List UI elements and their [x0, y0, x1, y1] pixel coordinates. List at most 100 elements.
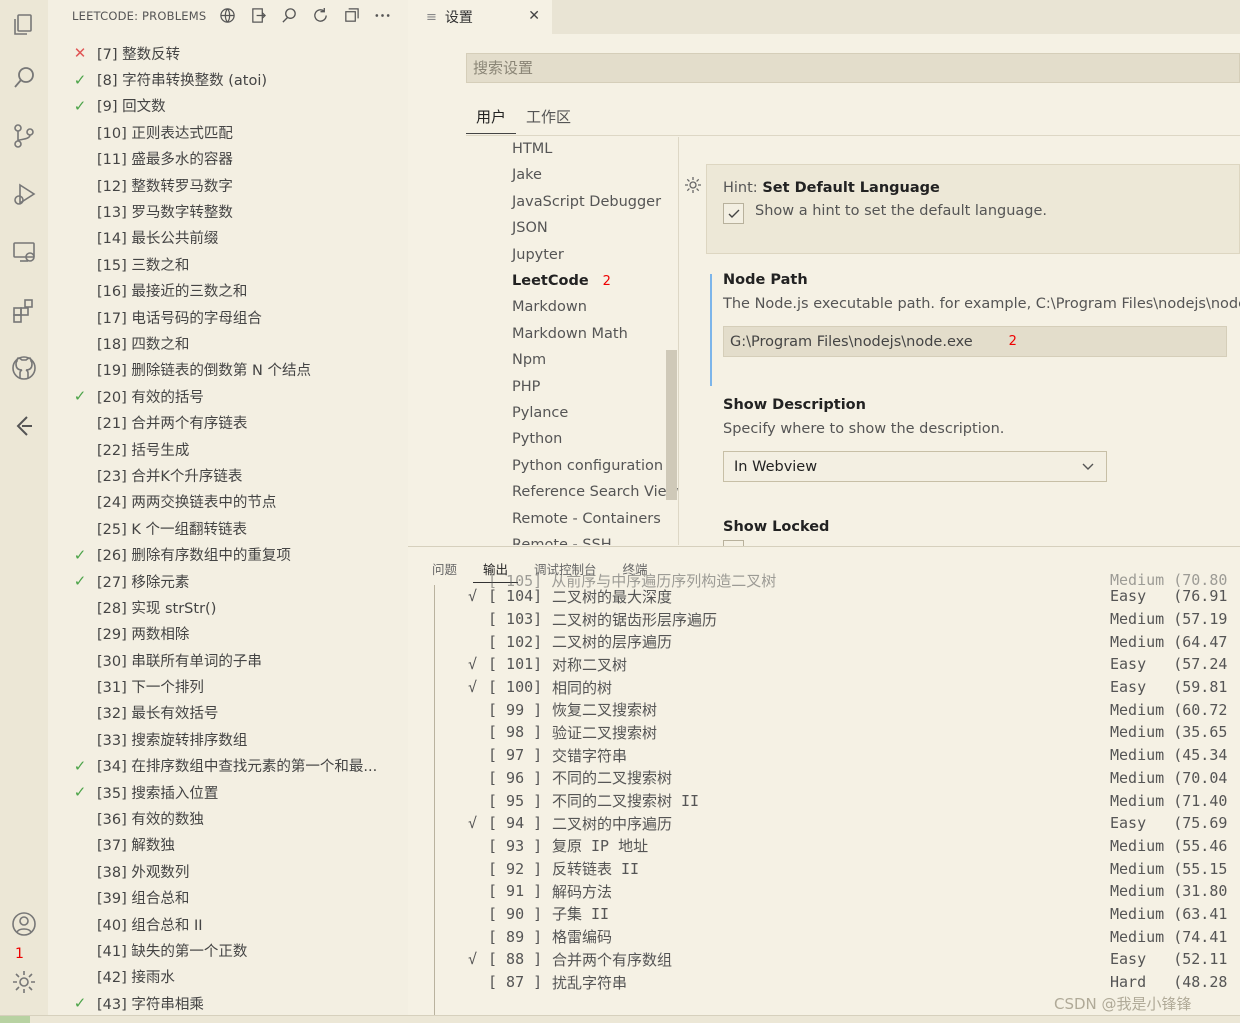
toc-scrollbar[interactable] — [666, 350, 677, 500]
problem-item[interactable]: [39] 组合总和 — [48, 885, 408, 911]
collapse-all-icon[interactable] — [342, 4, 361, 26]
toc-item[interactable]: Npm — [512, 352, 546, 368]
problem-label: [12] 整数转罗马数字 — [97, 178, 233, 195]
toc-item[interactable]: Jupyter — [512, 247, 564, 263]
output-row-difficulty: Medium (55.46 — [1110, 836, 1228, 855]
hint-checkbox[interactable] — [723, 203, 744, 224]
search-problem-icon[interactable] — [280, 4, 299, 26]
toc-item[interactable]: Reference Search View — [512, 484, 678, 500]
tab-problems[interactable]: 问题 — [422, 559, 467, 583]
setting-gear-icon[interactable] — [684, 176, 702, 194]
problem-item[interactable]: [11] 盛最多水的容器 — [48, 146, 408, 172]
github-icon[interactable] — [0, 344, 48, 392]
toc-item[interactable]: PHP — [512, 379, 540, 395]
problem-item[interactable]: ✕ [7] 整数反转 — [48, 40, 408, 66]
tab-settings[interactable]: ≡ 设置 ✕ — [408, 0, 552, 34]
problem-item[interactable]: [32] 最长有效括号 — [48, 700, 408, 726]
extensions-icon[interactable] — [0, 286, 48, 334]
leetcode-sidebar: LEETCODE: PROBLEMS ✕ [7] 整数反转 ✓ [8] 字符串转换整数… — [48, 0, 408, 1023]
problem-item[interactable]: [33] 搜索旋转排序数组 — [48, 726, 408, 752]
problem-item[interactable]: [40] 组合总和 II — [48, 911, 408, 937]
settings-scope-tabs: 用户 工作区 — [466, 100, 581, 134]
problem-item[interactable]: ✓ [27] 移除元素 — [48, 568, 408, 594]
output-row-difficulty: Medium (71.40 — [1110, 791, 1228, 810]
problem-item[interactable]: [31] 下一个排列 — [48, 673, 408, 699]
problem-item[interactable]: [12] 整数转罗马数字 — [48, 172, 408, 198]
source-control-icon[interactable] — [0, 112, 48, 160]
output-row: [ 89 ] 格雷编码 Medium (74.41 — [468, 925, 1240, 948]
run-debug-icon[interactable] — [0, 170, 48, 218]
problem-label: [42] 接雨水 — [97, 970, 175, 987]
problem-item[interactable]: [38] 外观数列 — [48, 858, 408, 884]
toc-item[interactable]: JavaScript Debugger — [512, 194, 661, 210]
problem-item[interactable]: ✓ [34] 在排序数组中查找元素的第一个和最... — [48, 753, 408, 779]
problem-item[interactable]: [16] 最接近的三数之和 — [48, 278, 408, 304]
problem-item[interactable]: ✓ [26] 删除有序数组中的重复项 — [48, 541, 408, 567]
show-description-select[interactable]: In Webview — [723, 451, 1107, 482]
problem-item[interactable]: [14] 最长公共前缀 — [48, 225, 408, 251]
problem-item[interactable]: [18] 四数之和 — [48, 330, 408, 356]
hint-title: Set Default Language — [762, 180, 940, 196]
toc-item[interactable]: HTML — [512, 141, 552, 157]
settings-file-icon: ≡ — [426, 9, 437, 25]
tab-workspace[interactable]: 工作区 — [516, 100, 581, 134]
problem-item[interactable]: [23] 合并K个升序链表 — [48, 462, 408, 488]
toc-item[interactable]: Python configuration — [512, 458, 663, 474]
problem-item[interactable]: [15] 三数之和 — [48, 251, 408, 277]
refresh-icon[interactable] — [311, 4, 330, 26]
bottom-panel: 问题 输出 调试控制台 终端 [ 105] 从前序与中序遍历序列构造二叉树 Med… — [408, 546, 1240, 1023]
problem-item[interactable]: [42] 接雨水 — [48, 964, 408, 990]
more-actions-icon[interactable] — [373, 4, 392, 26]
problem-item[interactable]: [37] 解数独 — [48, 832, 408, 858]
problem-item[interactable]: [19] 删除链表的倒数第 N 个结点 — [48, 357, 408, 383]
problem-item[interactable]: [30] 串联所有单词的子串 — [48, 647, 408, 673]
problem-item[interactable]: [13] 罗马数字转整数 — [48, 198, 408, 224]
problem-item[interactable]: ✓ [9] 回文数 — [48, 93, 408, 119]
output-row-title: 反转链表 II — [552, 860, 640, 879]
toc-item[interactable]: Jake — [512, 167, 542, 183]
globe-icon[interactable] — [218, 4, 237, 26]
sign-in-icon[interactable] — [249, 4, 268, 26]
problem-item[interactable]: [29] 两数相除 — [48, 621, 408, 647]
settings-search[interactable] — [466, 53, 1240, 83]
toc-item[interactable]: LeetCode 2 — [512, 273, 611, 289]
toc-item[interactable]: Markdown — [512, 299, 587, 315]
close-icon[interactable]: ✕ — [528, 8, 540, 24]
remote-explorer-icon[interactable] — [0, 228, 48, 276]
leetcode-icon[interactable] — [0, 402, 48, 450]
node-path-input[interactable]: G:\Program Files\nodejs\node.exe 2 — [723, 326, 1227, 357]
problem-item[interactable]: [10] 正则表达式匹配 — [48, 119, 408, 145]
manage-gear-icon[interactable] — [0, 958, 48, 1006]
problem-item[interactable]: ✓ [43] 字符串相乘 — [48, 990, 408, 1016]
search-icon[interactable] — [0, 54, 48, 102]
problem-item[interactable]: ✓ [20] 有效的括号 — [48, 383, 408, 409]
toc-item[interactable]: JSON — [512, 220, 548, 236]
account-icon[interactable] — [0, 900, 48, 948]
problem-item[interactable]: ✓ [8] 字符串转换整数 (atoi) — [48, 66, 408, 92]
explorer-icon[interactable] — [0, 0, 48, 48]
problem-item[interactable]: [17] 电话号码的字母组合 — [48, 304, 408, 330]
toc-item[interactable]: Remote - Containers — [512, 511, 661, 527]
problem-item[interactable]: [25] K 个一组翻转链表 — [48, 515, 408, 541]
output-row-title: 二叉树的层序遍历 — [552, 633, 673, 652]
problem-item[interactable]: [28] 实现 strStr() — [48, 594, 408, 620]
output-row-id: [ 100] — [488, 678, 543, 697]
problem-item[interactable]: ✓ [35] 搜索插入位置 — [48, 779, 408, 805]
problem-item[interactable]: [41] 缺失的第一个正数 — [48, 937, 408, 963]
search-input[interactable] — [467, 54, 1239, 82]
toc-item[interactable]: Pylance — [512, 405, 568, 421]
tab-user[interactable]: 用户 — [466, 100, 517, 134]
toc-item-label: Npm — [512, 352, 547, 369]
remote-indicator[interactable] — [0, 1016, 30, 1023]
problem-item[interactable]: [24] 两两交换链表中的节点 — [48, 489, 408, 515]
toc-item[interactable]: Python — [512, 431, 562, 447]
hint-setting-title: Hint: Set Default Language — [723, 180, 940, 196]
problem-item[interactable]: [36] 有效的数独 — [48, 805, 408, 831]
output-row: [ 103] 二叉树的锯齿形层序遍历 Medium (57.19 — [468, 608, 1240, 631]
toc-item[interactable]: Remote - SSH — [512, 537, 612, 545]
toc-item[interactable]: Markdown Math — [512, 326, 628, 342]
problem-item[interactable]: [22] 括号生成 — [48, 436, 408, 462]
output-row-difficulty: Medium (57.19 — [1110, 610, 1228, 629]
problem-item[interactable]: [21] 合并两个有序链表 — [48, 409, 408, 435]
output-log[interactable]: [ 105] 从前序与中序遍历序列构造二叉树 Medium (70.80 √[ 10… — [468, 571, 1240, 993]
